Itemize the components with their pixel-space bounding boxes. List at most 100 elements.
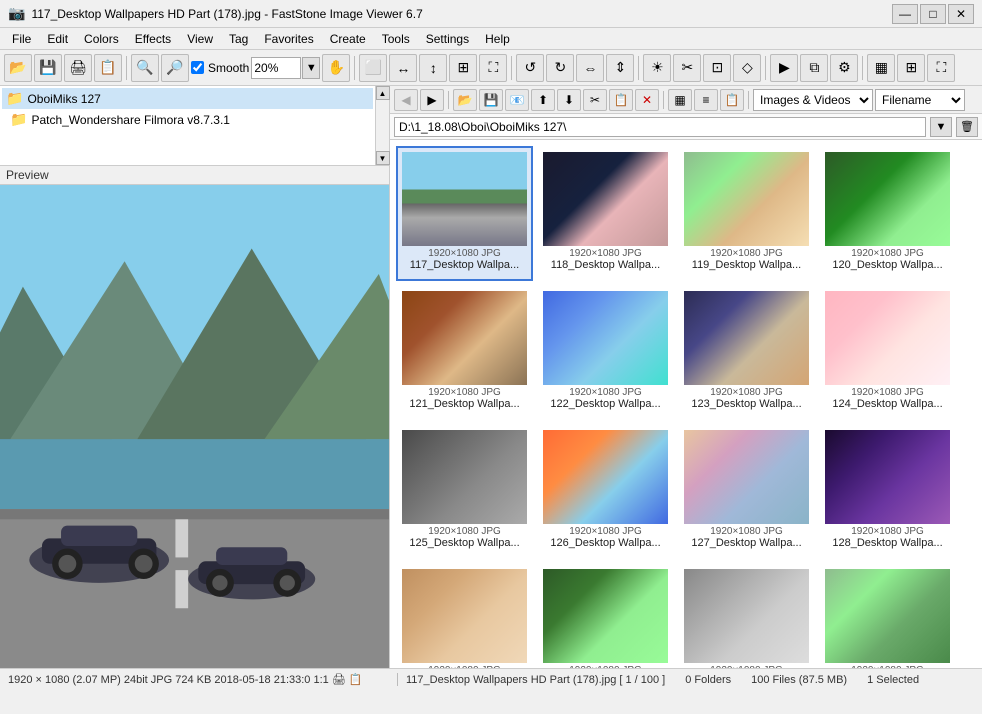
copy-button[interactable]: 📋	[94, 54, 122, 82]
menu-view[interactable]: View	[179, 30, 221, 48]
thumb-item-123[interactable]: 1920×1080 JPG123_Desktop Wallpa...	[678, 285, 815, 420]
thumb-item-119[interactable]: 1920×1080 JPG119_Desktop Wallpa...	[678, 146, 815, 281]
thumb-info-127: 1920×1080 JPG	[710, 526, 783, 537]
enhance-button[interactable]: ☀	[643, 54, 671, 82]
thumb-item-125[interactable]: 1920×1080 JPG125_Desktop Wallpa...	[396, 424, 533, 559]
fit-window-button[interactable]: ⬜	[359, 54, 387, 82]
thumb-name-120: 120_Desktop Wallpa...	[832, 259, 942, 271]
thumb-item-124[interactable]: 1920×1080 JPG124_Desktop Wallpa...	[819, 285, 956, 420]
folder-icon2: 📁	[10, 111, 27, 128]
flip-v-button[interactable]: ⇕	[606, 54, 634, 82]
thumb-item-132[interactable]: 1920×1080 JPG132_Desktop Wallpa...	[819, 563, 956, 668]
settings-button[interactable]: ⚙	[830, 54, 858, 82]
pan-button[interactable]: ✋	[322, 54, 350, 82]
back-button[interactable]: ◀	[394, 89, 418, 111]
thumb-info-129: 1920×1080 JPG	[428, 665, 501, 668]
thumb-item-118[interactable]: 1920×1080 JPG118_Desktop Wallpa...	[537, 146, 674, 281]
thumb-item-127[interactable]: 1920×1080 JPG127_Desktop Wallpa...	[678, 424, 815, 559]
thumbnail-area[interactable]: 1920×1080 JPG117_Desktop Wallpa...1920×1…	[390, 140, 982, 668]
menu-help[interactable]: Help	[477, 30, 518, 48]
thumbnail-view-button[interactable]: ▦	[867, 54, 895, 82]
crop-button[interactable]: ✂	[673, 54, 701, 82]
filmstrip-button[interactable]: ⊞	[897, 54, 925, 82]
close-button[interactable]: ✕	[948, 4, 974, 24]
main-area: 📁 OboiMiks 127 📁 Patch_Wondershare Filmo…	[0, 86, 982, 668]
smooth-checkbox[interactable]	[191, 61, 204, 74]
nav-sep1	[448, 91, 449, 109]
tree-item-patch[interactable]: 📁 Patch_Wondershare Filmora v8.7.3.1	[2, 109, 373, 130]
open-button[interactable]: 📂	[4, 54, 32, 82]
menu-create[interactable]: Create	[322, 30, 374, 48]
thumb-info-125: 1920×1080 JPG	[428, 526, 501, 537]
nav-move-button[interactable]: ✂	[583, 89, 607, 111]
tree-item-label2: Patch_Wondershare Filmora v8.7.3.1	[31, 113, 230, 127]
menu-favorites[interactable]: Favorites	[256, 30, 321, 48]
tree-item-oboiMiks[interactable]: 📁 OboiMiks 127	[2, 88, 373, 109]
nav-details-button[interactable]: 📋	[720, 89, 744, 111]
nav-email-button[interactable]: 📧	[505, 89, 529, 111]
fit-height-button[interactable]: ↕	[419, 54, 447, 82]
nav-save-button[interactable]: 💾	[479, 89, 503, 111]
zoom-in-button[interactable]: 🔍	[131, 54, 159, 82]
nav-thumb-button[interactable]: ▦	[668, 89, 692, 111]
left-panel: 📁 OboiMiks 127 📁 Patch_Wondershare Filmo…	[0, 86, 390, 668]
menu-edit[interactable]: Edit	[39, 30, 76, 48]
thumb-name-117: 117_Desktop Wallpa...	[410, 259, 519, 271]
tree-scroll-down[interactable]: ▼	[376, 151, 390, 165]
thumb-item-131[interactable]: 1920×1080 JPG131_Desktop Wallpa...	[678, 563, 815, 668]
nav-open-button[interactable]: 📂	[453, 89, 477, 111]
fit-width-button[interactable]: ↔	[389, 54, 417, 82]
status-image-info: 1920 × 1080 (2.07 MP) 24bit JPG 724 KB 2…	[8, 673, 398, 686]
thumb-item-121[interactable]: 1920×1080 JPG121_Desktop Wallpa...	[396, 285, 533, 420]
thumb-item-128[interactable]: 1920×1080 JPG128_Desktop Wallpa...	[819, 424, 956, 559]
thumb-item-126[interactable]: 1920×1080 JPG126_Desktop Wallpa...	[537, 424, 674, 559]
nav-copy-button[interactable]: 📋	[609, 89, 633, 111]
thumb-item-120[interactable]: 1920×1080 JPG120_Desktop Wallpa...	[819, 146, 956, 281]
fullscreen-button[interactable]: ⛶	[479, 54, 507, 82]
thumb-name-126: 126_Desktop Wallpa...	[550, 537, 660, 549]
save-button[interactable]: 💾	[34, 54, 62, 82]
zoom-out-button[interactable]: 🔎	[161, 54, 189, 82]
address-go-button[interactable]: ▼	[930, 117, 952, 137]
menu-tag[interactable]: Tag	[221, 30, 256, 48]
menu-tools[interactable]: Tools	[374, 30, 418, 48]
tree-scroll-up[interactable]: ▲	[376, 86, 390, 100]
minimize-button[interactable]: —	[892, 4, 918, 24]
rotate-left-button[interactable]: ↺	[516, 54, 544, 82]
zoom-input[interactable]	[251, 57, 301, 79]
thumb-item-129[interactable]: 1920×1080 JPG129_Desktop Wallpa...	[396, 563, 533, 668]
nav-download-button[interactable]: ⬇	[557, 89, 581, 111]
thumb-item-122[interactable]: 1920×1080 JPG122_Desktop Wallpa...	[537, 285, 674, 420]
menu-effects[interactable]: Effects	[127, 30, 179, 48]
maximize-button[interactable]: □	[920, 4, 946, 24]
status-bar: 1920 × 1080 (2.07 MP) 24bit JPG 724 KB 2…	[0, 668, 982, 690]
zoom-dropdown-button[interactable]: ▼	[302, 57, 320, 79]
clipboard-icon: 📋	[349, 674, 363, 686]
sep4	[638, 56, 639, 80]
thumb-image-123	[684, 291, 809, 385]
thumb-image-126	[543, 430, 668, 524]
menu-settings[interactable]: Settings	[418, 30, 477, 48]
fullscreen2-button[interactable]: ⛶	[927, 54, 955, 82]
nav-upload-button[interactable]: ⬆	[531, 89, 555, 111]
menu-colors[interactable]: Colors	[76, 30, 127, 48]
rotate-right-button[interactable]: ↻	[546, 54, 574, 82]
thumb-image-121	[402, 291, 527, 385]
address-input[interactable]	[394, 117, 926, 137]
thumb-item-130[interactable]: 1920×1080 JPG130_Desktop Wallpa...	[537, 563, 674, 668]
slideshow-button[interactable]: ▶	[770, 54, 798, 82]
compare-button[interactable]: ⧉	[800, 54, 828, 82]
nav-delete-button[interactable]: ✕	[635, 89, 659, 111]
flip-h-button[interactable]: ⇔	[576, 54, 604, 82]
actual-size-button[interactable]: ⊞	[449, 54, 477, 82]
forward-button[interactable]: ▶	[420, 89, 444, 111]
address-action-button[interactable]: 🗑	[956, 117, 978, 137]
sharpen-button[interactable]: ◇	[733, 54, 761, 82]
filter-select[interactable]: Images & Videos All Files Images Only	[753, 89, 873, 111]
thumb-item-117[interactable]: 1920×1080 JPG117_Desktop Wallpa...	[396, 146, 533, 281]
menu-file[interactable]: File	[4, 30, 39, 48]
sort-select[interactable]: Filename Date Size	[875, 89, 965, 111]
nav-list-button[interactable]: ≡	[694, 89, 718, 111]
resize-button[interactable]: ⊡	[703, 54, 731, 82]
print-button[interactable]: 🖨	[64, 54, 92, 82]
